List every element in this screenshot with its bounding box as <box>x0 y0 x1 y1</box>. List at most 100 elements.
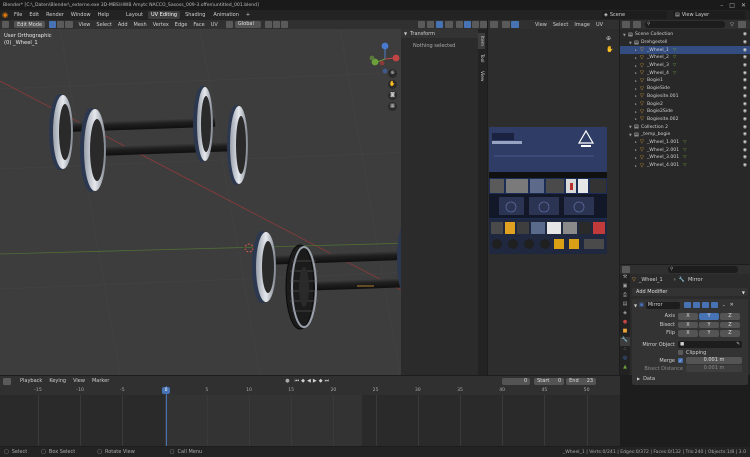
shading-wire-icon[interactable] <box>455 21 463 28</box>
viewport-toggle-icon[interactable] <box>701 302 709 308</box>
particles-tab-icon[interactable]: ∴ <box>620 346 630 355</box>
outliner-row[interactable]: ▸ ▽ Bogie2 ◉ <box>620 100 750 108</box>
menu-view[interactable]: View <box>79 22 91 28</box>
prev-keyframe-icon[interactable]: ◆ <box>301 378 305 384</box>
uv-menu-uv[interactable]: UV <box>596 22 603 28</box>
current-frame-field[interactable]: 0 <box>502 377 531 385</box>
scene-selector[interactable]: Scene <box>610 12 625 18</box>
mode-selector[interactable]: Edit Mode <box>14 21 46 28</box>
axis-toggle-x[interactable]: X <box>678 330 698 337</box>
jump-start-icon[interactable]: ⏮ <box>295 378 300 384</box>
play-reverse-icon[interactable]: ◀ <box>307 378 311 384</box>
modifier-name-field[interactable]: Mirror <box>645 301 680 309</box>
blender-logo-icon[interactable]: ◉ <box>0 11 10 19</box>
uv-zoom-icon[interactable]: ⊕ <box>606 35 611 42</box>
visibility-eye-icon[interactable]: ◉ <box>743 117 750 122</box>
tab-animation[interactable]: Animation <box>210 11 242 19</box>
outliner-row[interactable]: ▸ ▽ BogieSide ◉ <box>620 85 750 93</box>
uv-menu-select[interactable]: Select <box>553 22 568 28</box>
outliner-row[interactable]: ▸ ▽ Bogie2Side ◉ <box>620 108 750 116</box>
close-icon[interactable]: ✕ <box>741 2 746 9</box>
transform-panel-title[interactable]: Transform <box>410 31 435 37</box>
outliner-row[interactable]: ▸ ▽ Bogiesite.001 ◉ <box>620 93 750 101</box>
select-mode-edge-icon[interactable] <box>57 21 65 28</box>
output-tab-icon[interactable]: ⎙ <box>620 292 630 301</box>
collapse-chevron-icon[interactable]: ▼ <box>404 31 407 36</box>
properties-editor-type-icon[interactable] <box>622 266 630 273</box>
add-workspace-button[interactable]: + <box>246 12 250 18</box>
outliner-row[interactable]: ▸ ▽ _Wheel_2.001 ▽ ◉ <box>620 146 750 154</box>
outliner-row[interactable]: ▸ ▽ Bogiesite.002 ◉ <box>620 116 750 124</box>
bisect-distance-field[interactable]: 0.001 m <box>686 365 742 372</box>
uv-sync-icon[interactable] <box>502 21 510 28</box>
perspective-toggle-icon[interactable]: ▦ <box>388 102 397 111</box>
record-icon[interactable]: ● <box>285 378 289 384</box>
menu-face[interactable]: Face <box>193 22 204 28</box>
tab-shading[interactable]: Shading <box>182 11 208 19</box>
visibility-eye-icon[interactable]: ◉ <box>743 155 750 160</box>
snap-icon[interactable] <box>272 21 280 28</box>
tool-tab-icon[interactable]: ⚒ <box>620 274 630 283</box>
visibility-eye-icon[interactable]: ◉ <box>743 125 750 130</box>
viewport-3d[interactable]: Edit Mode View Select Add Mesh Vertex Ed… <box>0 20 487 375</box>
outliner-row[interactable]: ▸ ▽ _Wheel_1 ▽ ◉ <box>620 46 750 55</box>
play-icon[interactable]: ▶ <box>313 378 317 384</box>
visibility-eye-icon[interactable]: ◉ <box>743 32 750 37</box>
shading-material-icon[interactable] <box>471 21 479 28</box>
playhead-line[interactable] <box>166 386 167 446</box>
visibility-eye-icon[interactable]: ◉ <box>743 140 750 145</box>
filter-icon[interactable]: ▽ <box>730 22 734 28</box>
modifier-tab-icon[interactable]: 🔧 <box>620 337 630 346</box>
menu-render[interactable]: Render <box>46 12 64 18</box>
physics-tab-icon[interactable]: ◎ <box>620 355 630 364</box>
merge-value-field[interactable]: 0.001 m <box>686 357 742 364</box>
timeline-ruler[interactable]: -15 -10 -5 0 5 10 15 20 25 30 35 40 45 50 <box>0 386 620 395</box>
tab-layout[interactable]: Layout <box>123 11 146 19</box>
axis-toggle-z[interactable]: Z <box>720 321 740 328</box>
axis-toggle-y[interactable]: Y <box>699 313 719 320</box>
uv-editor-type-icon[interactable] <box>490 21 498 28</box>
end-frame-field[interactable]: End 23 <box>566 377 597 385</box>
mirror-object-field[interactable]: ■ ✎ <box>678 341 742 348</box>
gizmo-toggle-icon[interactable] <box>427 21 435 28</box>
eyedropper-icon[interactable]: ✎ <box>736 342 742 347</box>
timeline-menu-marker[interactable]: Marker <box>92 378 109 384</box>
visibility-eye-icon[interactable]: ◉ <box>743 102 750 107</box>
xray-icon[interactable] <box>445 21 453 28</box>
menu-vertex[interactable]: Vertex <box>153 22 169 28</box>
render-tab-icon[interactable]: ▣ <box>620 283 630 292</box>
menu-add[interactable]: Add <box>118 22 128 28</box>
uv-select-mode-icon[interactable] <box>511 21 519 28</box>
camera-view-icon[interactable]: ◙ <box>388 91 397 100</box>
outliner-row[interactable]: ▼ ▤ Drehgestell ◉ <box>620 39 750 47</box>
outliner-row[interactable]: ▸ ▽ _Wheel_3.001 ▽ ◉ <box>620 154 750 162</box>
visibility-eye-icon[interactable]: ◉ <box>743 163 750 168</box>
modifier-collapse-icon[interactable]: ▼ <box>634 303 637 308</box>
visibility-eye-icon[interactable]: ◉ <box>743 148 750 153</box>
visibility-eye-icon[interactable]: ◉ <box>743 71 750 76</box>
outliner-row[interactable]: ▼ ▤ Scene Collection ◉ <box>620 31 750 39</box>
visibility-eye-icon[interactable]: ◉ <box>743 78 750 83</box>
outliner-editor-type-icon[interactable] <box>622 21 630 28</box>
outliner-search[interactable]: ⚲ <box>645 21 725 28</box>
edit-mode-toggle-icon[interactable] <box>683 302 691 308</box>
uv-menu-view[interactable]: View <box>535 22 547 28</box>
tab-tool[interactable]: Tool <box>478 51 485 66</box>
uv-menu-image[interactable]: Image <box>574 22 590 28</box>
select-mode-face-icon[interactable] <box>65 21 73 28</box>
modifier-delete-icon[interactable]: ✕ <box>730 302 734 308</box>
menu-edge[interactable]: Edge <box>175 22 188 28</box>
tab-item[interactable]: Item <box>478 33 485 49</box>
shading-rendered-icon[interactable] <box>479 21 487 28</box>
visibility-icon[interactable] <box>417 21 426 28</box>
cage-toggle-icon[interactable] <box>692 302 700 308</box>
merge-checkbox[interactable]: ✓ <box>678 358 683 363</box>
object-tab-icon[interactable]: ■ <box>620 328 630 337</box>
menu-uv[interactable]: UV <box>211 22 218 28</box>
timeline-menu-keying[interactable]: Keying <box>49 378 66 384</box>
uv-editor[interactable]: View Select Image UV ⊕ ✋ <box>488 20 619 375</box>
uv-pan-icon[interactable]: ✋ <box>606 46 613 53</box>
select-mode-vertex-icon[interactable] <box>49 21 57 28</box>
transform-orientation-icon[interactable] <box>225 21 233 28</box>
render-toggle-icon[interactable] <box>710 302 718 308</box>
